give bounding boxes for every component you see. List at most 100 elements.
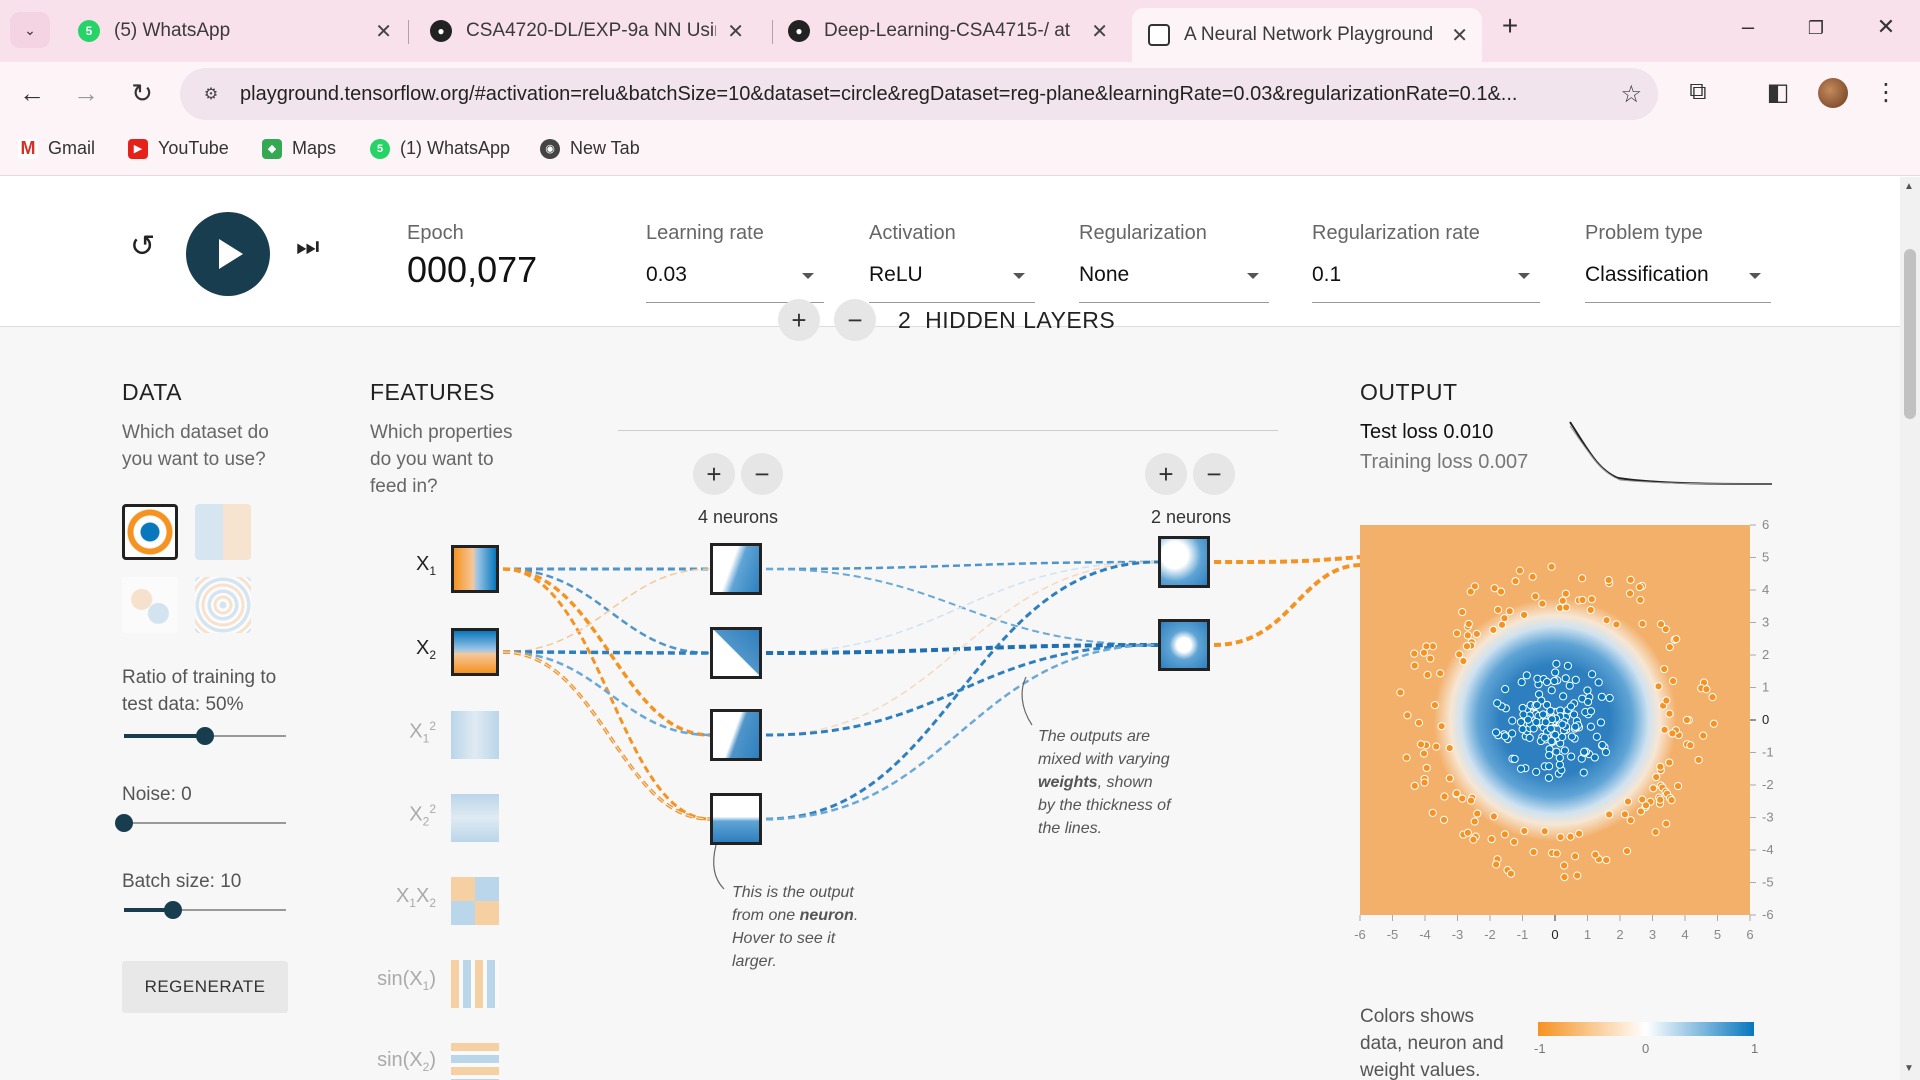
data-subtitle: Which dataset do you want to use? — [122, 419, 269, 473]
layer2-neuron-count: 2 neurons — [1151, 507, 1232, 527]
play-icon — [219, 239, 243, 269]
neuron-l2-2[interactable] — [1158, 619, 1210, 671]
feature-x2-squared[interactable] — [451, 794, 499, 842]
url-text[interactable]: playground.tensorflow.org/#activation=re… — [240, 83, 1620, 106]
browser-toolbar: ← → ↻ ⚙ playground.tensorflow.org/#activ… — [0, 62, 1920, 126]
top-controls: ↺ ⏭ Epoch 000,077 Learning rate 0.03 Act… — [0, 177, 1900, 327]
bookmark-gmail[interactable]: M Gmail — [18, 138, 95, 159]
regularization-rate-value: 0.1 — [1312, 263, 1342, 286]
back-button[interactable]: ← — [14, 78, 50, 109]
tab-title: (5) WhatsApp — [114, 20, 231, 41]
neuron-l1-1[interactable] — [710, 543, 762, 595]
weight-line — [502, 568, 711, 653]
feature-x2[interactable] — [451, 628, 499, 676]
slider-handle[interactable] — [196, 727, 214, 745]
feature-x1-squared[interactable] — [451, 711, 499, 759]
github-icon: ● — [430, 20, 452, 42]
layer1-neuron-count: 4 neurons — [698, 507, 779, 527]
note-line: The outputs are — [1038, 728, 1151, 745]
close-icon[interactable]: ✕ — [1451, 23, 1468, 48]
reload-button[interactable]: ↻ — [124, 78, 160, 109]
close-icon[interactable]: ✕ — [1091, 19, 1108, 44]
tab-neural-network-playground[interactable]: A Neural Network Playground ✕ — [1132, 8, 1482, 62]
weight-line — [502, 567, 711, 821]
ratio-slider[interactable] — [124, 727, 286, 745]
menu-icon[interactable]: ⋮ — [1866, 78, 1906, 107]
y-tick-label: -1 — [1762, 745, 1774, 760]
weight-line — [1213, 563, 1361, 647]
site-info-icon[interactable]: ⚙ — [196, 79, 226, 109]
close-icon[interactable]: ✕ — [727, 19, 744, 44]
y-tick-label: -3 — [1762, 810, 1774, 825]
dataset-spiral[interactable] — [195, 577, 251, 633]
dataset-gaussian[interactable] — [122, 577, 178, 633]
bookmark-maps[interactable]: ◆ Maps — [262, 138, 336, 159]
feature-label-sin-x1: sin(X1) — [377, 968, 436, 993]
neuron-l1-2[interactable] — [710, 627, 762, 679]
x-tick-label: 1 — [1584, 927, 1591, 942]
test-loss: Test loss 0.010 — [1360, 421, 1494, 443]
tab-title: Deep-Learning-CSA4715-/ at m — [824, 20, 1074, 41]
bookmark-label: Gmail — [48, 138, 96, 158]
noise-label: Noise: 0 — [122, 784, 192, 805]
neuron-l2-1[interactable] — [1158, 536, 1210, 588]
bookmark-whatsapp[interactable]: 5 (1) WhatsApp — [370, 138, 510, 159]
slider-handle[interactable] — [163, 901, 182, 919]
dataset-circle[interactable] — [122, 504, 178, 560]
chevron-down-icon — [1518, 273, 1530, 279]
x-tick-label: 2 — [1616, 927, 1623, 942]
activation-select[interactable]: ReLU — [869, 263, 1035, 303]
scroll-up-icon[interactable]: ▲ — [1904, 181, 1914, 192]
legend-tick: 0 — [1642, 1041, 1650, 1056]
bookmark-new-tab[interactable]: ◉ New Tab — [540, 138, 640, 159]
restore-button[interactable]: ❐ — [1786, 18, 1846, 39]
new-tab-button[interactable]: + — [1480, 10, 1540, 42]
play-button[interactable] — [186, 212, 270, 296]
noise-slider[interactable] — [115, 814, 286, 832]
tab-github-deep-learning[interactable]: ● Deep-Learning-CSA4715-/ at m ✕ — [772, 8, 1122, 54]
feature-x1x2[interactable] — [451, 877, 499, 925]
slider-handle[interactable] — [115, 814, 133, 832]
page-scrollbar[interactable]: ▲ ▼ — [1900, 177, 1920, 1080]
problem-type-select[interactable]: Classification — [1585, 263, 1771, 303]
weight-line — [502, 567, 711, 655]
avatar[interactable] — [1818, 78, 1848, 108]
scroll-down-icon[interactable]: ▼ — [1904, 1063, 1914, 1074]
whatsapp-icon: 5 — [78, 20, 100, 42]
close-window-button[interactable]: ✕ — [1856, 14, 1916, 40]
address-bar[interactable]: ⚙ playground.tensorflow.org/#activation=… — [180, 68, 1658, 120]
batch-size-slider[interactable] — [124, 901, 286, 919]
minimize-button[interactable]: – — [1718, 14, 1778, 40]
remove-layer-button[interactable]: − — [834, 299, 876, 341]
side-panel-icon[interactable]: ◧ — [1758, 78, 1798, 107]
feature-x1[interactable] — [451, 545, 499, 593]
feature-sin-x1[interactable] — [451, 960, 499, 1008]
add-neuron-layer1-button[interactable]: + — [693, 453, 735, 495]
reset-icon[interactable]: ↺ — [130, 229, 155, 264]
extensions-icon[interactable]: ⧉ — [1678, 78, 1718, 106]
neuron-l1-3[interactable] — [710, 709, 762, 761]
bookmark-star-icon[interactable]: ☆ — [1620, 80, 1642, 109]
y-tick-label: 5 — [1762, 550, 1769, 565]
y-tick-label: 3 — [1762, 615, 1769, 630]
dataset-xor[interactable] — [195, 504, 251, 560]
learning-rate-select[interactable]: 0.03 — [646, 263, 824, 303]
add-neuron-layer2-button[interactable]: + — [1145, 453, 1187, 495]
forward-button[interactable]: → — [68, 78, 104, 109]
regularization-rate-select[interactable]: 0.1 — [1312, 263, 1540, 303]
bookmark-youtube[interactable]: ▶ YouTube — [128, 138, 229, 159]
close-icon[interactable]: ✕ — [375, 19, 392, 44]
tab-github-exp9a[interactable]: ● CSA4720-DL/EXP-9a NN Using ✕ — [414, 8, 758, 54]
tab-whatsapp[interactable]: 5 (5) WhatsApp ✕ — [62, 8, 406, 54]
feature-sin-x2[interactable] — [451, 1043, 499, 1080]
remove-neuron-layer2-button[interactable]: − — [1193, 453, 1235, 495]
tab-search-button[interactable]: ⌄ — [10, 12, 50, 48]
remove-neuron-layer1-button[interactable]: − — [741, 453, 783, 495]
regenerate-button[interactable]: REGENERATE — [122, 961, 288, 1013]
neuron-l1-4[interactable] — [710, 793, 762, 845]
scrollbar-thumb[interactable] — [1904, 249, 1916, 419]
add-layer-button[interactable]: + — [778, 299, 820, 341]
regularization-select[interactable]: None — [1079, 263, 1269, 303]
features-subtitle-line: feed in? — [370, 476, 438, 497]
step-icon[interactable]: ⏭ — [296, 231, 319, 263]
